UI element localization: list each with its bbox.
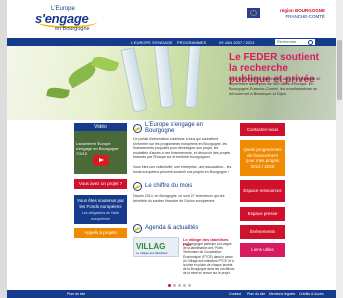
section-agenda-title: Agenda & actualités <box>145 225 199 231</box>
calls-button[interactable]: Appels à projets <box>74 228 127 238</box>
logo-line2: s'engage <box>35 11 89 26</box>
site-logo[interactable]: L'Europe s'engage en Bourgogne <box>35 6 105 34</box>
section-figure-text: Depuis 2014, en Bourgogne, ce sont 27 ch… <box>133 194 225 203</box>
nav-item-programmes[interactable]: PROGRAMMES <box>177 40 206 45</box>
section-europe-text: Ce portail d'information s'adresse à tou… <box>133 137 231 160</box>
video-title: Lancement 'Europe s'engage en Bourgogne'… <box>76 141 120 156</box>
section-agenda-header: Agenda & actualités <box>133 223 198 233</box>
carousel-dot[interactable] <box>168 284 171 287</box>
eu-flag-icon <box>247 8 260 18</box>
news-image-title: VILLAG <box>136 242 166 251</box>
test-tube-image <box>120 47 148 113</box>
footer-link-credits[interactable]: Crédits & Accès <box>299 292 324 296</box>
scrollbar[interactable] <box>336 0 343 298</box>
video-player[interactable]: Lancement 'Europe s'engage en Bourgogne'… <box>74 131 127 174</box>
contact-button[interactable]: Contactez-nous <box>240 123 285 136</box>
scrollbar-thumb[interactable] <box>337 40 342 100</box>
section-figure-header: Le chiffre du mois <box>133 181 192 191</box>
news-image-subtitle: Le village des labellisés <box>136 251 168 255</box>
footer: Plan du site Contact Plan du site Mentio… <box>7 290 336 298</box>
test-tube-image <box>153 38 175 109</box>
news-text: La Bourgogne participe à la vague de la … <box>183 242 235 276</box>
programmes-button[interactable]: Quels programmes de financement pour mes… <box>240 140 285 176</box>
events-button[interactable]: Évènements <box>240 225 285 239</box>
footer-link-contact[interactable]: Contact <box>229 292 241 296</box>
carousel-dot[interactable] <box>178 284 181 287</box>
section-europe-header: L'Europe s'engage en Bourgogne <box>133 122 234 134</box>
project-button[interactable]: Vous avez un projet ? <box>74 179 127 189</box>
region-logo[interactable]: région BOURGOGNE FRANCHE-COMTÉ <box>263 8 325 20</box>
nav-item-europe[interactable]: L'EUROPE S'ENGAGE <box>131 40 173 45</box>
carousel-dots <box>168 284 191 287</box>
footer-link-sitemap[interactable]: Plan du site <box>247 292 265 296</box>
header: L'Europe s'engage en Bourgogne région BO… <box>7 0 336 38</box>
video-heading: Vidéo <box>74 123 127 131</box>
funds-box-link[interactable]: Les obligations de l'aide européenne <box>74 211 127 222</box>
region-line2: FRANCHE-COMTÉ <box>285 13 326 19</box>
hero-text: Le 1 livre vert des chercheurs aura lieu… <box>229 76 321 96</box>
footer-left-link[interactable]: Plan du site <box>67 292 85 296</box>
plant-leaf-image <box>46 86 70 100</box>
useful-links-button[interactable]: Liens utiles <box>240 243 285 257</box>
carousel-dot[interactable] <box>173 284 176 287</box>
nav-item-period[interactable]: 09 JAN 2007 / 2013 <box>219 40 254 45</box>
test-tube-image <box>184 41 202 109</box>
resources-button[interactable]: Espace ressources <box>240 180 285 202</box>
section-europe-text2: Vous êtes une collectivité, une entrepri… <box>133 165 232 174</box>
section-figure-title: Le chiffre du mois <box>145 183 193 189</box>
page: L'Europe s'engage en Bourgogne région BO… <box>7 0 336 298</box>
carousel-dot[interactable] <box>183 284 186 287</box>
funds-box[interactable]: Vous êtes soutenus par les Fonds europée… <box>74 195 127 224</box>
search-icon[interactable] <box>308 39 313 45</box>
news-image[interactable]: VILLAG Le village des labellisés <box>133 237 179 257</box>
section-europe-title: L'Europe s'engage en Bourgogne <box>145 122 204 134</box>
play-icon[interactable] <box>93 155 109 166</box>
press-button[interactable]: Espace presse <box>240 207 285 221</box>
europe-logo-icon <box>133 181 142 191</box>
funds-box-title: Vous êtes soutenus par les Fonds europée… <box>76 198 125 209</box>
footer-link-legal[interactable]: Mentions légales <box>269 292 295 296</box>
logo-line3: en Bourgogne <box>55 26 90 32</box>
europe-logo-icon <box>133 223 142 233</box>
europe-logo-icon <box>133 123 142 133</box>
carousel-dot[interactable] <box>188 284 191 287</box>
